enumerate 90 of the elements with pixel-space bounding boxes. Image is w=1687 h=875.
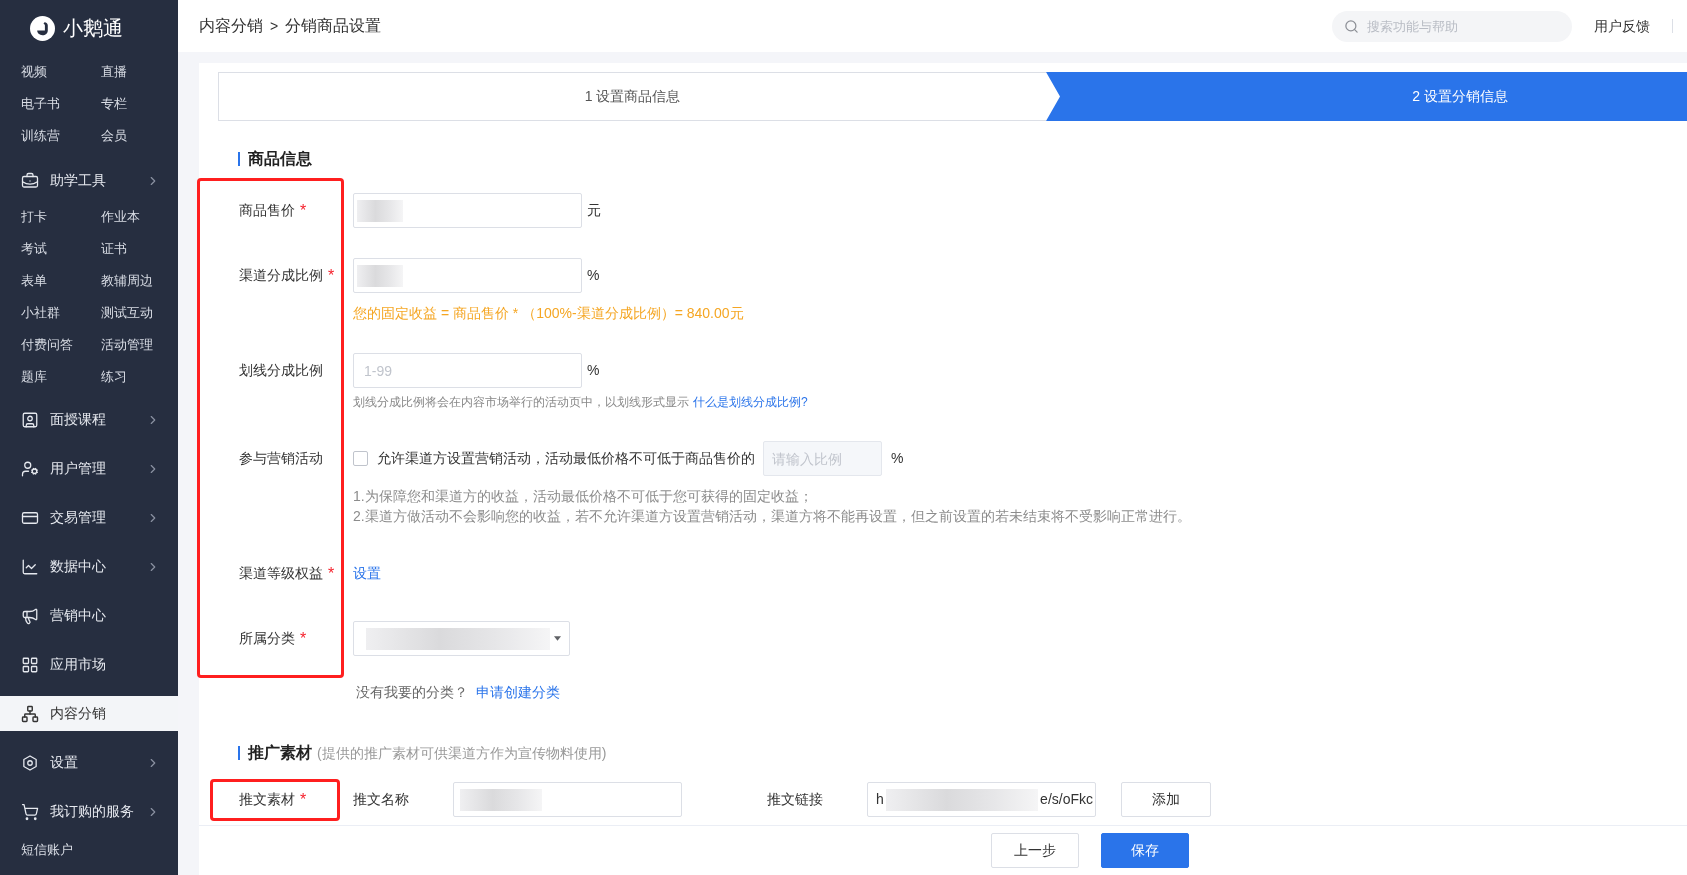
breadcrumb-item[interactable]: 内容分销	[199, 14, 263, 38]
sidebar-menu-item[interactable]: 营销中心	[0, 598, 178, 633]
sidebar-link[interactable]: 作业本	[101, 207, 140, 227]
input-field[interactable]	[353, 258, 582, 293]
sidebar-link[interactable]: 考试	[21, 239, 47, 259]
required-mark: *	[328, 267, 335, 284]
input-field[interactable]: h e/s/oFkc	[867, 782, 1096, 817]
section-marker	[238, 152, 240, 166]
sidebar-menu-item[interactable]: 应用市场	[0, 647, 178, 682]
section-title: 推广素材	[248, 743, 312, 763]
sidebar-link[interactable]: 视频	[21, 62, 47, 82]
unit-label: %	[587, 266, 600, 285]
input-field[interactable]	[453, 782, 682, 817]
unit-label: %	[891, 449, 904, 468]
field-label: 渠道等级权益	[239, 564, 323, 583]
field-label: 推文素材	[239, 790, 295, 809]
back-button[interactable]: 上一步	[991, 833, 1079, 868]
progress-step: 2 设置分销信息	[1046, 72, 1687, 121]
required-mark: *	[328, 565, 335, 582]
sidebar-link[interactable]: 打卡	[21, 207, 47, 227]
cart-icon	[21, 802, 39, 821]
field-label: 推文名称	[353, 790, 409, 809]
megaphone-icon	[21, 606, 39, 625]
category-select[interactable]	[353, 621, 570, 656]
header-link[interactable]: 用户反馈	[1594, 15, 1650, 37]
field-label: 商品售价	[239, 201, 295, 220]
sidebar-link[interactable]: 测试互动	[101, 303, 153, 323]
create-category-link[interactable]: 申请创建分类	[476, 682, 560, 702]
checkbox[interactable]	[353, 451, 368, 466]
sidebar-menu-item[interactable]: 助学工具	[0, 163, 178, 198]
checkbox-label: 允许渠道方设置营销活动，活动最低价格不可低于商品售价的	[377, 449, 755, 468]
search-icon	[1344, 18, 1359, 34]
sidebar-link[interactable]: 证书	[101, 239, 127, 259]
grid-icon	[21, 655, 39, 674]
logo-text: 小鹅通	[63, 18, 123, 38]
add-button[interactable]: 添加	[1121, 782, 1211, 817]
sidebar-link[interactable]: 表单	[21, 271, 47, 291]
settings-link[interactable]: 设置	[353, 563, 381, 584]
sidebar-menu-item[interactable]: 内容分销	[0, 696, 178, 731]
note-text: 1.为保障您和渠道方的收益，活动最低价格不可低于您可获得的固定收益；	[353, 487, 814, 506]
section-marker	[238, 746, 240, 760]
field-label: 渠道分成比例	[239, 266, 323, 285]
required-mark: *	[300, 202, 307, 219]
sidebar-link[interactable]: 活动管理	[101, 335, 153, 355]
save-button[interactable]: 保存	[1101, 833, 1189, 868]
field-label: 参与营销活动	[239, 449, 323, 468]
logo-icon	[30, 15, 55, 41]
user-gear-icon	[21, 459, 39, 478]
user-square-icon	[21, 410, 39, 429]
briefcase-icon	[21, 171, 39, 190]
sidebar-link[interactable]: 专栏	[101, 94, 127, 114]
sidebar-link[interactable]: 付费问答	[21, 335, 73, 355]
field-label: 所属分类	[239, 629, 295, 648]
sidebar-link[interactable]: 题库	[21, 367, 47, 387]
note-text: 2.渠道方做活动不会影响您的收益，若不允许渠道方设置营销活动，渠道方将不能再设置，但之前设置的若未结束将不受影响正常进行。	[353, 507, 1191, 526]
hierarchy-icon	[21, 704, 39, 723]
line-chart-icon	[21, 557, 39, 576]
caret-down-icon	[554, 636, 561, 641]
settings-icon	[21, 753, 39, 772]
input-field[interactable]	[353, 193, 582, 228]
unit-label: %	[587, 361, 600, 380]
help-text: 没有我要的分类？	[356, 683, 468, 702]
input-field[interactable]: 1-99	[353, 353, 582, 388]
breadcrumb-item: 分销商品设置	[285, 16, 382, 36]
section-subtitle: (提供的推广素材可供渠道方作为宣传物料使用)	[317, 743, 607, 763]
progress-step: 1 设置商品信息	[218, 72, 1046, 121]
sidebar-link[interactable]: 短信账户	[21, 840, 73, 860]
sidebar-link[interactable]: 电子书	[21, 94, 60, 114]
sidebar-link[interactable]: 小社群	[21, 303, 60, 323]
sidebar-link[interactable]: 会员	[101, 126, 127, 146]
sidebar-menu-item[interactable]: 面授课程	[0, 402, 178, 437]
sidebar-menu-item[interactable]: 用户管理	[0, 451, 178, 486]
breadcrumb-separator: >	[270, 16, 279, 36]
required-mark: *	[300, 630, 307, 647]
sidebar-link[interactable]: 直播	[101, 62, 127, 82]
help-link[interactable]: 什么是划线分成比例?	[693, 393, 808, 411]
sidebar-menu-item[interactable]: 我订购的服务	[0, 794, 178, 829]
sidebar-link[interactable]: 练习	[101, 367, 127, 387]
field-label: 推文链接	[767, 790, 823, 809]
section-title: 商品信息	[248, 149, 312, 169]
unit-label: 元	[587, 201, 601, 220]
sidebar-menu-item[interactable]: 数据中心	[0, 549, 178, 584]
help-text: 划线分成比例将会在内容市场举行的活动页中，以划线形式显示	[353, 394, 689, 411]
formula-text: 您的固定收益 = 商品售价 * （100%-渠道分成比例）= 840.00元	[353, 304, 744, 323]
sidebar-menu-item[interactable]: 交易管理	[0, 500, 178, 535]
sidebar-menu-item[interactable]: 设置	[0, 745, 178, 780]
sidebar-link[interactable]: 训练营	[21, 126, 60, 146]
sidebar-link[interactable]: 教辅周边	[101, 271, 153, 291]
field-label: 划线分成比例	[239, 361, 323, 380]
required-mark: *	[300, 791, 307, 808]
